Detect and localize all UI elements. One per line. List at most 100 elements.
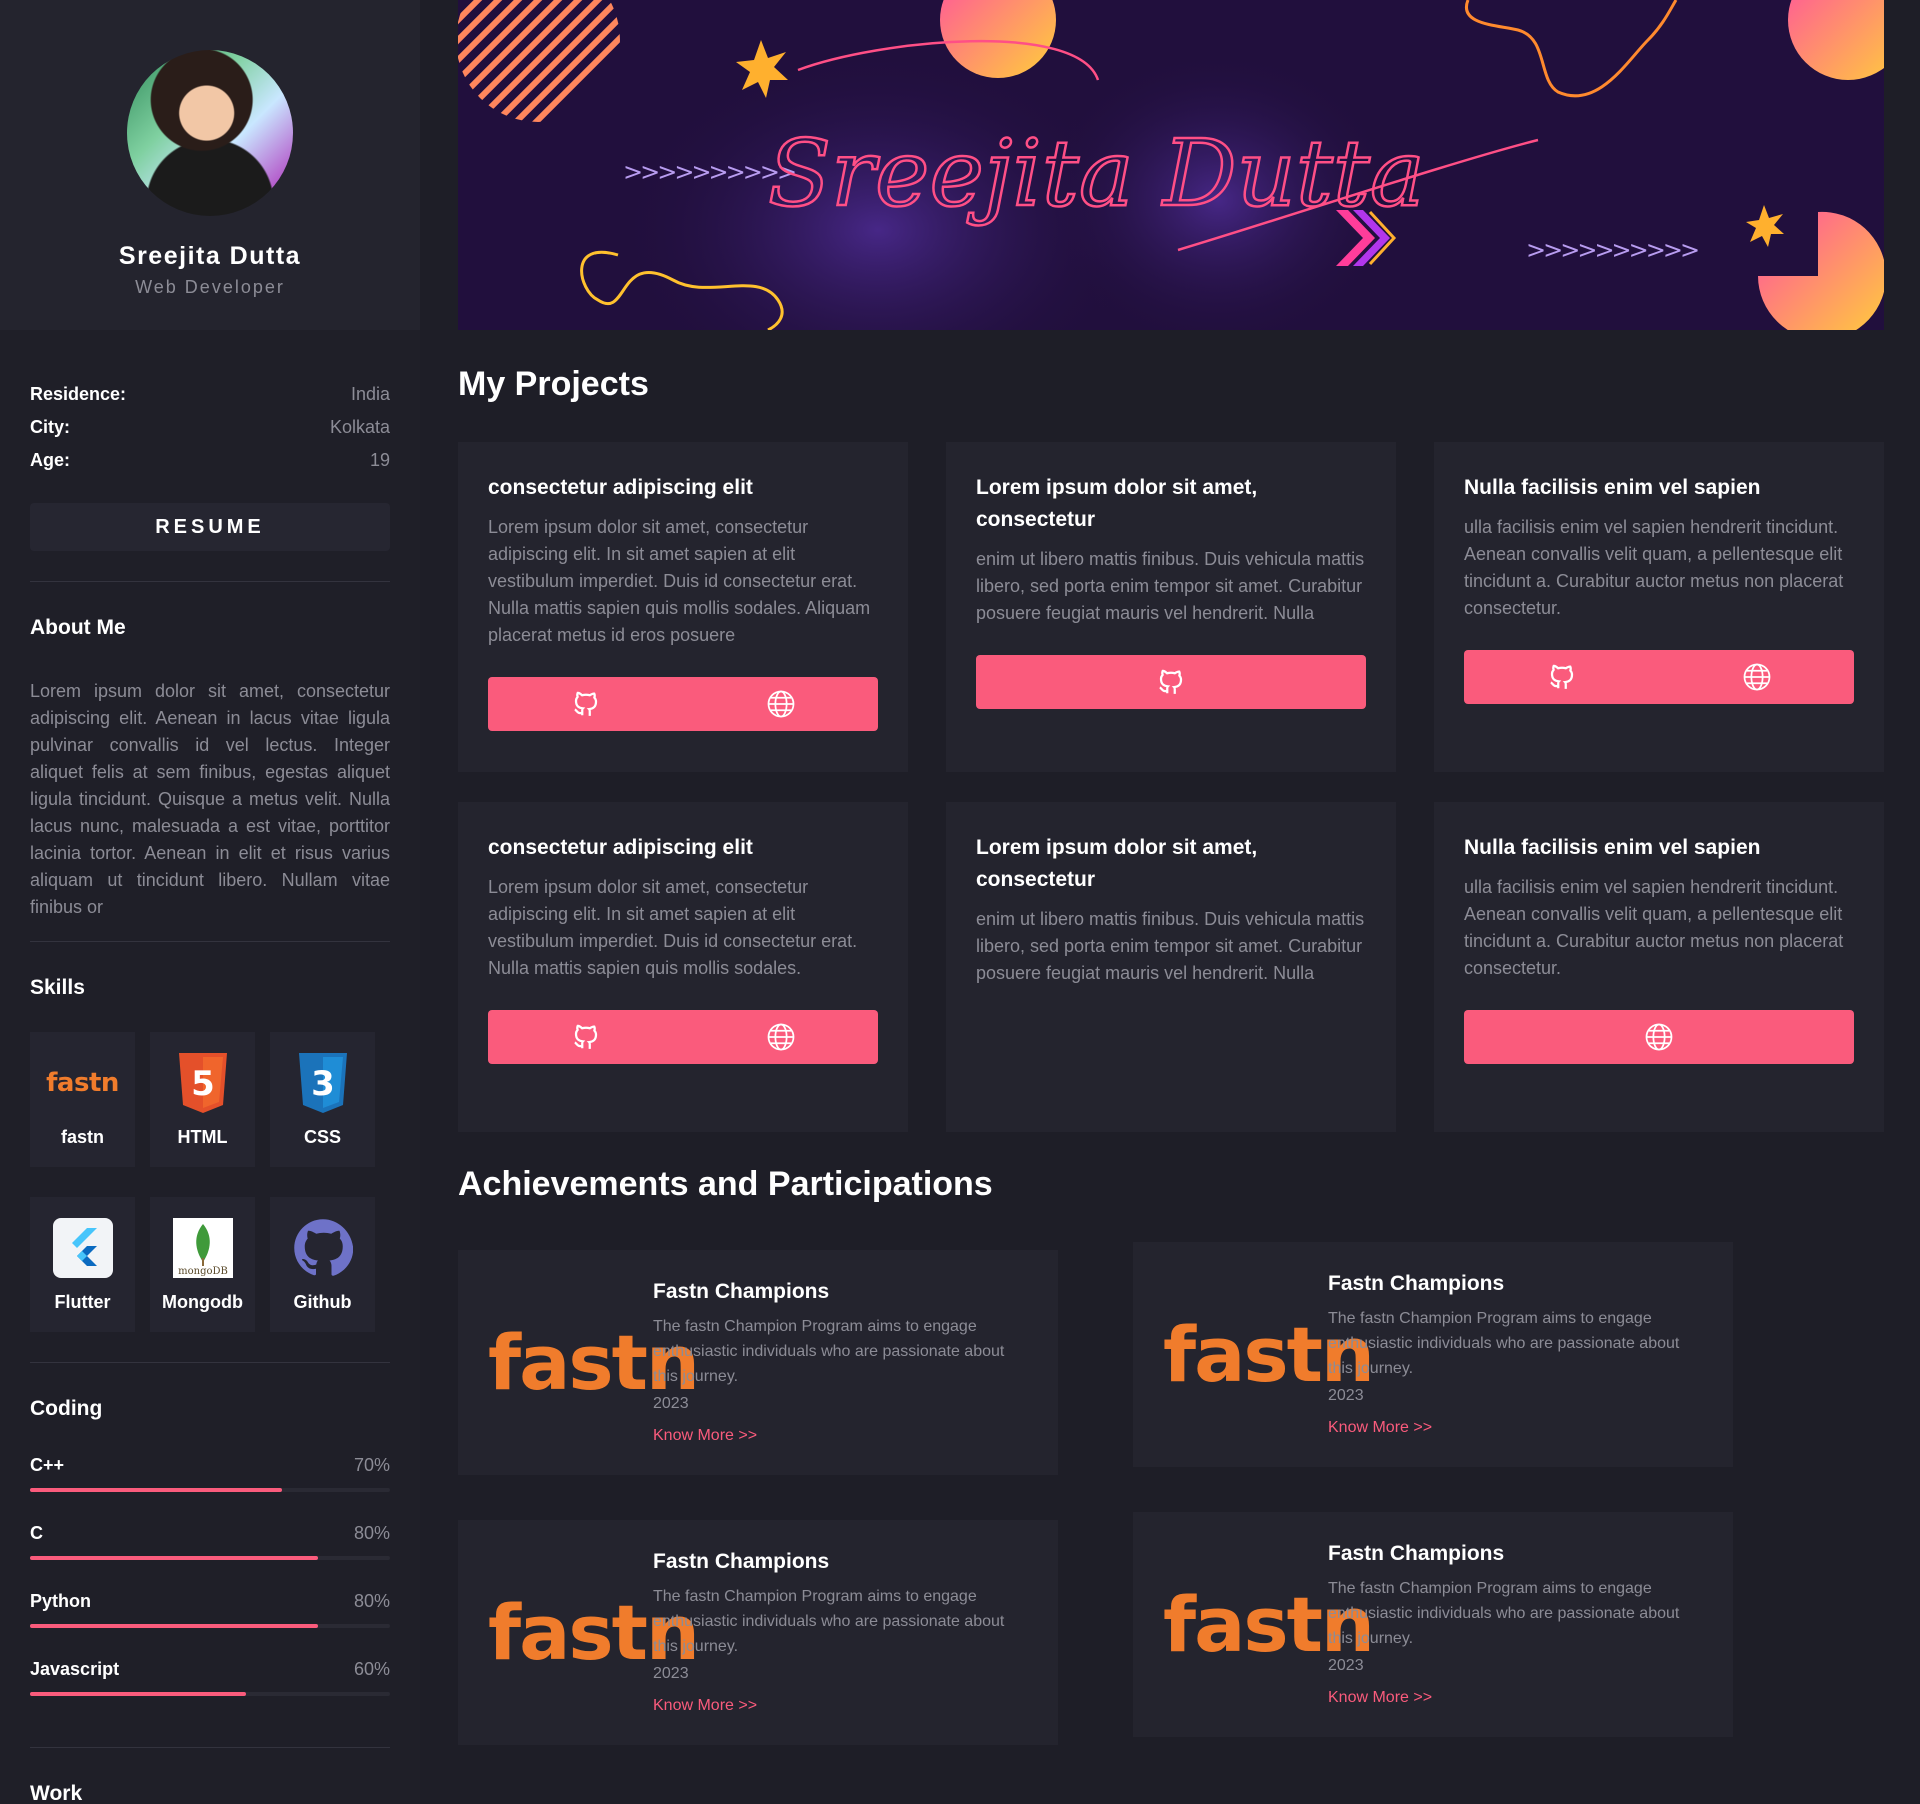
svg-text:5: 5 — [191, 1064, 215, 1104]
skill-label: Github — [293, 1292, 352, 1312]
about-text: Lorem ipsum dolor sit amet, consectetur … — [30, 681, 390, 917]
project-links — [976, 655, 1366, 709]
project-title: Nulla facilisis enim vel sapien — [1464, 836, 1761, 859]
project-title: Lorem ipsum dolor sit amet, consectetur — [976, 476, 1258, 531]
fastn-logo-icon: fastn — [46, 1068, 119, 1098]
achievement-card: fastn Fastn Champions The fastn Champion… — [1133, 1242, 1733, 1467]
divider — [30, 1362, 390, 1363]
project-links — [488, 1010, 878, 1064]
achievement-year: 2023 — [1328, 1387, 1364, 1404]
fastn-logo-icon: fastn — [488, 1588, 700, 1677]
profile-name: Sreejita Dutta — [118, 242, 302, 270]
project-desc: ulla facilisis enim vel sapien hendrerit… — [1464, 517, 1844, 618]
know-more-link[interactable]: Know More >> — [653, 1697, 1023, 1715]
achievement-title: Fastn Champions — [653, 1550, 830, 1573]
info-value: 19 — [369, 450, 390, 470]
project-card: consectetur adipiscing elit Lorem ipsum … — [458, 442, 908, 772]
progress-track — [30, 1624, 390, 1628]
project-desc: Lorem ipsum dolor sit amet, consectetur … — [488, 517, 871, 645]
skill-label: HTML — [177, 1127, 228, 1147]
globe-icon[interactable] — [1643, 1021, 1675, 1053]
achievement-desc: The fastn Champion Program aims to engag… — [1328, 1310, 1680, 1377]
divider — [30, 941, 390, 942]
project-title: Nulla facilisis enim vel sapien — [1464, 476, 1761, 499]
main-content: >>>>>>>>>> >>>>>>>>>> Sreejita Dutta My … — [458, 0, 1884, 1745]
skill-label: fastn — [60, 1127, 104, 1147]
coding-name: Javascript — [30, 1659, 120, 1679]
progress-track — [30, 1488, 390, 1492]
coding-item: Javascript 60% — [30, 1659, 390, 1727]
progress-fill — [30, 1692, 246, 1696]
achievement-card: fastn Fastn Champions The fastn Champion… — [458, 1250, 1058, 1475]
project-card: Lorem ipsum dolor sit amet, consectetur … — [946, 442, 1396, 772]
info-residence: Residence: India — [30, 378, 390, 411]
achievement-desc: The fastn Champion Program aims to engag… — [653, 1318, 1005, 1385]
svg-text:mongoDB: mongoDB — [178, 1266, 228, 1277]
achievement-year: 2023 — [653, 1395, 689, 1412]
resume-button[interactable]: RESUME — [30, 503, 390, 551]
achievement-desc: The fastn Champion Program aims to engag… — [653, 1588, 1005, 1655]
divider — [30, 1747, 390, 1748]
coding-percent: 80% — [353, 1591, 390, 1611]
achievement-card: fastn Fastn Champions The fastn Champion… — [458, 1520, 1058, 1745]
skill-label: Mongodb — [162, 1292, 243, 1312]
projects-heading: My Projects — [458, 365, 649, 403]
github-icon[interactable] — [1155, 666, 1187, 698]
info-list: Residence: India City: Kolkata Age: 19 — [30, 378, 390, 477]
github-icon[interactable] — [570, 1021, 602, 1053]
project-links — [488, 677, 878, 731]
github-icon[interactable] — [1546, 661, 1578, 693]
fastn-logo-icon: fastn — [1163, 1310, 1375, 1399]
achievement-title: Fastn Champions — [1328, 1272, 1505, 1295]
work-heading: Work — [30, 1782, 83, 1804]
globe-icon[interactable] — [765, 688, 797, 720]
fastn-logo-icon: fastn — [1163, 1580, 1375, 1669]
achievement-year: 2023 — [1328, 1657, 1364, 1674]
project-card: consectetur adipiscing elit Lorem ipsum … — [458, 802, 908, 1132]
avatar — [127, 50, 293, 216]
project-desc: Lorem ipsum dolor sit amet, consectetur … — [488, 877, 858, 978]
info-value: Kolkata — [329, 417, 390, 437]
coding-percent: 70% — [353, 1455, 390, 1475]
coding-item: C 80% — [30, 1523, 390, 1591]
project-desc: enim ut libero mattis finibus. Duis vehi… — [976, 909, 1365, 983]
progress-track — [30, 1556, 390, 1560]
fastn-logo-icon: fastn — [488, 1318, 700, 1407]
project-card: Lorem ipsum dolor sit amet, consectetur … — [946, 802, 1396, 1132]
html5-icon: 5 — [171, 1051, 235, 1115]
sidebar: Sreejita Dutta Web Developer Residence: … — [0, 0, 420, 1804]
skills-heading: Skills — [30, 976, 85, 999]
skill-tile-github: Github — [270, 1197, 375, 1332]
project-desc: enim ut libero mattis finibus. Duis vehi… — [976, 549, 1365, 623]
globe-icon[interactable] — [765, 1021, 797, 1053]
globe-icon[interactable] — [1741, 661, 1773, 693]
project-card: Nulla facilisis enim vel sapien ulla fac… — [1434, 802, 1884, 1132]
know-more-link[interactable]: Know More >> — [1328, 1419, 1698, 1437]
css3-icon: 3 — [291, 1051, 355, 1115]
progress-track — [30, 1692, 390, 1696]
project-desc: ulla facilisis enim vel sapien hendrerit… — [1464, 877, 1844, 978]
coding-heading: Coding — [30, 1397, 103, 1420]
skills-grid: fastn fastn 5 HTML 3 CSS Flutter mongoDB… — [30, 1032, 390, 1332]
skill-label: CSS — [303, 1127, 341, 1147]
info-label: Age: — [30, 450, 70, 470]
coding-percent: 60% — [353, 1659, 390, 1679]
skill-tile-flutter: Flutter — [30, 1197, 135, 1332]
achievement-card: fastn Fastn Champions The fastn Champion… — [1133, 1512, 1733, 1737]
coding-percent: 80% — [353, 1523, 390, 1543]
coding-item: Python 80% — [30, 1591, 390, 1659]
github-icon[interactable] — [570, 688, 602, 720]
mongodb-icon: mongoDB — [171, 1216, 235, 1280]
know-more-link[interactable]: Know More >> — [653, 1427, 1023, 1445]
coding-name: C++ — [30, 1455, 65, 1475]
projects-grid: consectetur adipiscing elit Lorem ipsum … — [458, 442, 1884, 1132]
svg-text:3: 3 — [311, 1064, 335, 1104]
achievement-title: Fastn Champions — [653, 1280, 830, 1303]
project-title: consectetur adipiscing elit — [488, 476, 753, 499]
banner-signature: Sreejita Dutta — [768, 120, 1425, 227]
know-more-link[interactable]: Know More >> — [1328, 1689, 1698, 1707]
coding-name: Python — [30, 1591, 91, 1611]
skill-tile-css: 3 CSS — [270, 1032, 375, 1167]
skill-label: Flutter — [54, 1292, 111, 1312]
info-label: Residence: — [30, 384, 127, 404]
